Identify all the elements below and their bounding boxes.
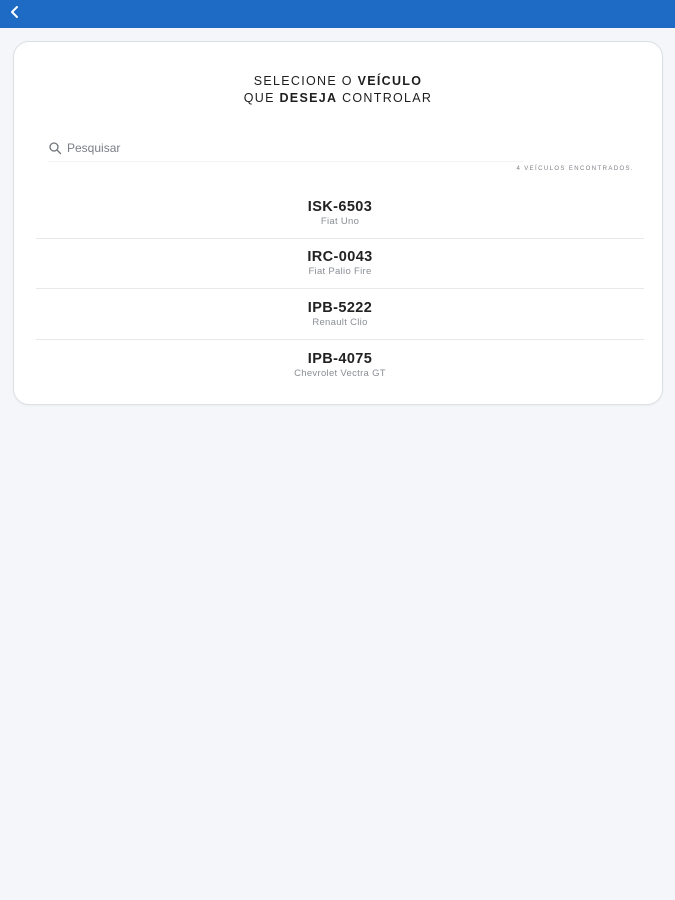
title-line-2-suffix: CONTROLAR: [337, 91, 433, 105]
vehicle-list-item[interactable]: IRC-0043 Fiat Palio Fire: [36, 239, 644, 289]
vehicle-selection-card: SELECIONE O VEÍCULO QUE DESEJA CONTROLAR…: [13, 41, 663, 405]
vehicle-plate: IPB-4075: [307, 350, 373, 367]
title-line-1-bold: VEÍCULO: [357, 74, 423, 88]
back-button[interactable]: [4, 3, 26, 25]
title-line-2-text: QUE: [243, 91, 280, 105]
vehicle-plate: ISK-6503: [307, 198, 373, 215]
vehicle-plate: IRC-0043: [307, 249, 373, 266]
vehicle-model: Fiat Uno: [320, 215, 360, 227]
title-line-2: QUE DESEJA CONTROLAR: [14, 90, 662, 107]
vehicle-model: Renault Clio: [312, 316, 368, 328]
search-bar[interactable]: [48, 134, 524, 162]
top-app-bar: [0, 0, 675, 28]
vehicle-model: Chevrolet Vectra GT: [294, 367, 386, 379]
chevron-left-icon: [8, 5, 22, 24]
vehicle-model: Fiat Palio Fire: [308, 266, 372, 278]
vehicle-list-item[interactable]: IPB-5222 Renault Clio: [36, 289, 644, 340]
vehicle-count-label: 4 veículos encontrados.: [516, 166, 634, 172]
page-title: SELECIONE O VEÍCULO QUE DESEJA CONTROLAR: [14, 73, 662, 107]
title-line-2-bold: DESEJA: [279, 91, 338, 105]
search-input[interactable]: [67, 140, 487, 155]
search-icon: [48, 141, 62, 155]
vehicle-plate: IPB-5222: [307, 299, 373, 316]
title-line-1: SELECIONE O VEÍCULO: [14, 73, 662, 90]
vehicle-list-item[interactable]: IPB-4075 Chevrolet Vectra GT: [36, 340, 644, 391]
vehicle-list: ISK-6503 Fiat Uno IRC-0043 Fiat Palio Fi…: [36, 188, 644, 390]
title-line-1-text: SELECIONE O: [253, 74, 358, 88]
vehicle-list-item[interactable]: ISK-6503 Fiat Uno: [36, 188, 644, 239]
